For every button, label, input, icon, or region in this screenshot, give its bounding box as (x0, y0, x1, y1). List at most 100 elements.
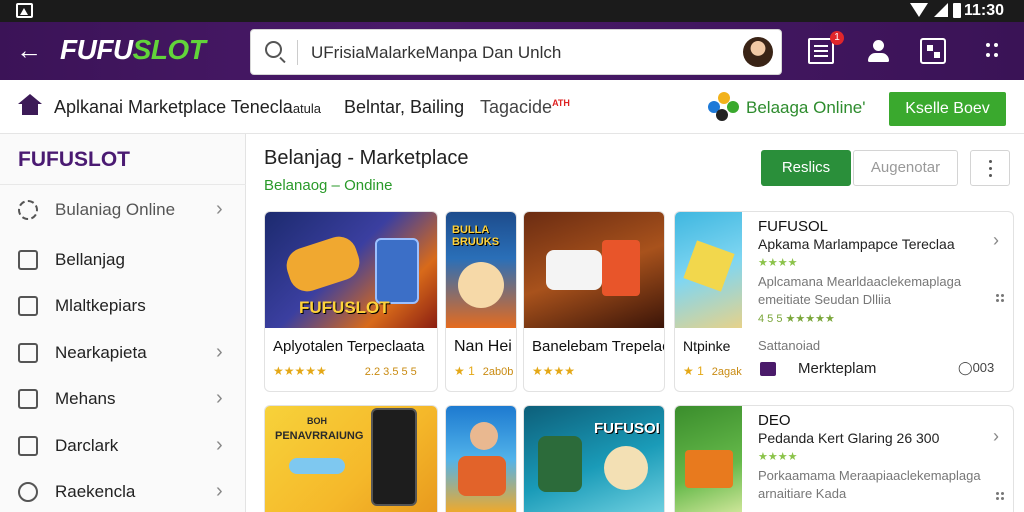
app-bar: ← FUFUSLOT UFrisiaMalarkeManpa Dan Unlch… (0, 22, 1024, 80)
product-image: FUFUSLOT (265, 212, 437, 328)
detail-meta: ◯003 (958, 360, 995, 375)
sidebar-item-darclark[interactable]: Darclark › (0, 424, 246, 468)
sidebar-item-mehans[interactable]: Mehans › (0, 377, 246, 421)
detail-desc-1: Aplcamana Mearldaaclekemaplaga (758, 274, 962, 289)
crumb-belanja[interactable]: Belntar, Bailing (344, 97, 464, 118)
chevron-right-icon: › (216, 198, 223, 220)
product-rating: ★★★★★ 2.2 3.5 5 5 (273, 364, 417, 378)
detail-card[interactable]: DEO Pedanda Kert Glaring 26 300 ★★★★ Por… (742, 405, 1014, 512)
gear-icon (18, 200, 38, 220)
product-card[interactable] (674, 405, 742, 512)
detail-subtitle: Pedanda Kert Glaring 26 300 (758, 430, 940, 446)
detail-rating-2: 4 5 5 ★★★★★ (758, 313, 835, 325)
product-title: Aplyotalen Terpeclaata (273, 338, 425, 355)
back-arrow-icon[interactable]: ← (14, 37, 44, 65)
image-icon (16, 3, 33, 18)
chevron-right-icon: › (216, 341, 223, 363)
product-card[interactable]: FUFUSLOT Aplyotalen Terpeclaata ★★★★★ 2.2… (264, 211, 438, 392)
detail-rating: ★★★★ (758, 257, 798, 269)
status-time: 11:30 (964, 2, 1005, 19)
bag-art (602, 240, 640, 296)
food-art (458, 262, 504, 308)
search-input[interactable]: UFrisiaMalarkeManpa Dan Unlch (311, 43, 561, 63)
grid-dots-icon[interactable] (996, 492, 999, 495)
food-art (458, 456, 506, 496)
rating-stars: ★ 1 (454, 364, 475, 378)
product-title: Ntpinke (683, 338, 731, 354)
product-image (675, 406, 742, 512)
grid-dots-icon[interactable] (996, 294, 999, 297)
product-art (281, 231, 365, 297)
secondary-button[interactable]: Augenotar (853, 150, 958, 186)
sidebar-item-nearkapieta[interactable]: Nearkapieta › (0, 331, 246, 375)
rating-meta: 2agaky (711, 366, 742, 378)
product-card[interactable]: FUFUSOI (523, 405, 665, 512)
detail-heading: DEO (758, 412, 791, 429)
brand-right: SLOT (132, 34, 206, 65)
sidebar-item-label: Bellanjag (55, 250, 125, 269)
secondary-nav: Aplkanai Marketplace Teneclaatula Belnta… (0, 80, 1024, 134)
detail-desc-2: arnaitiare Kada (758, 486, 847, 501)
detail-label: Sattanoiad (758, 338, 821, 353)
product-image-text: PENAVRRAIUNG (275, 430, 364, 442)
menu-icon[interactable] (978, 38, 1004, 64)
cta-button[interactable]: Kselle Boev (889, 92, 1006, 126)
search-icon[interactable] (265, 41, 282, 58)
coin-icon (18, 482, 38, 502)
brand-logo[interactable]: FUFUSLOT (60, 34, 206, 66)
product-rating: ★ 1 2agaky (683, 364, 742, 378)
car-art (546, 250, 602, 290)
person-art (470, 422, 498, 450)
product-card[interactable] (445, 405, 517, 512)
product-image-text: FUFUSLOT (299, 298, 390, 317)
avatar[interactable] (743, 37, 773, 67)
home-icon[interactable] (18, 94, 42, 116)
jar-art (538, 436, 582, 492)
notification-badge: 1 (830, 31, 844, 45)
account-icon[interactable] (866, 38, 892, 64)
product-card[interactable]: BULLA BRUUKS Nan Hei ★ 1 2ab0b (445, 211, 517, 392)
chevron-right-icon[interactable]: › (993, 230, 999, 251)
detail-desc-1: Porkaamama Meraapiaaclekemaplaga (758, 468, 981, 483)
basket-art (685, 450, 733, 488)
cheese-art (683, 240, 735, 292)
detail-subtitle: Apkama Marlampapce Tereclaa (758, 236, 955, 252)
detail-desc-2: emeitiate Seudan Dlliia (758, 292, 891, 307)
sidebar-item-label: Mlaltkepiars (55, 296, 146, 315)
briefcase-icon (760, 362, 776, 376)
sidebar-item-label: Bulaniag Online (55, 200, 176, 219)
crumb-marketplace-tail: atula (292, 101, 322, 116)
product-card[interactable]: Ntpinke ★ 1 2agaky (674, 211, 742, 392)
orders-button[interactable]: 1 (808, 31, 844, 64)
detail-store[interactable]: Merkteplam (798, 360, 876, 377)
rating-meta: 2ab0b (482, 366, 514, 378)
sidebar-item-label: Raekencla (55, 482, 136, 501)
crumb-tagacide[interactable]: TagacideATH (480, 97, 570, 118)
crumb-marketplace-label: Aplkanai Marketplace Tenecla (54, 97, 293, 117)
crumb-tagacide-sup: ATH (552, 98, 570, 108)
promo-text[interactable]: Belaaga Online' (746, 98, 866, 118)
scan-icon[interactable] (920, 38, 946, 64)
primary-button[interactable]: Reslics (761, 150, 851, 186)
more-options-icon[interactable] (970, 150, 1010, 186)
crumb-marketplace[interactable]: Aplkanai Marketplace Teneclaatula (54, 97, 321, 118)
rating-meta: 2.2 3.5 5 5 (364, 366, 417, 378)
status-bar: 11:30 (0, 0, 1024, 22)
detail-rating: ★★★★ (758, 451, 798, 463)
detail-card[interactable]: FUFUSOL Apkama Marlampapce Tereclaa ★★★★… (742, 211, 1014, 392)
chevron-right-icon[interactable]: › (993, 426, 999, 447)
crumb-tagacide-label: Tagacide (480, 97, 553, 117)
sidebar-item-raekencla[interactable]: Raekencla › (0, 470, 246, 512)
sidebar-item-label: Darclark (55, 436, 119, 455)
sidebar: FUFUSLOT Bulaniag Online › Bellanjag Mla… (0, 134, 246, 512)
promo-logo-icon (708, 92, 740, 122)
building-icon (18, 436, 38, 456)
product-card[interactable]: Banelebam Trepelaol ★★★★ (523, 211, 665, 392)
product-card[interactable]: BOH PENAVRRAIUNG (264, 405, 438, 512)
sidebar-item-online[interactable]: Bulaniag Online › (0, 188, 246, 232)
sidebar-item-marketplace[interactable]: Mlaltkepiars (0, 284, 246, 328)
search-bar[interactable]: UFrisiaMalarkeManpa Dan Unlch (250, 29, 782, 75)
list-icon (18, 389, 38, 409)
sidebar-item-bellanjag[interactable]: Bellanjag (0, 238, 246, 282)
document-icon (18, 343, 38, 363)
